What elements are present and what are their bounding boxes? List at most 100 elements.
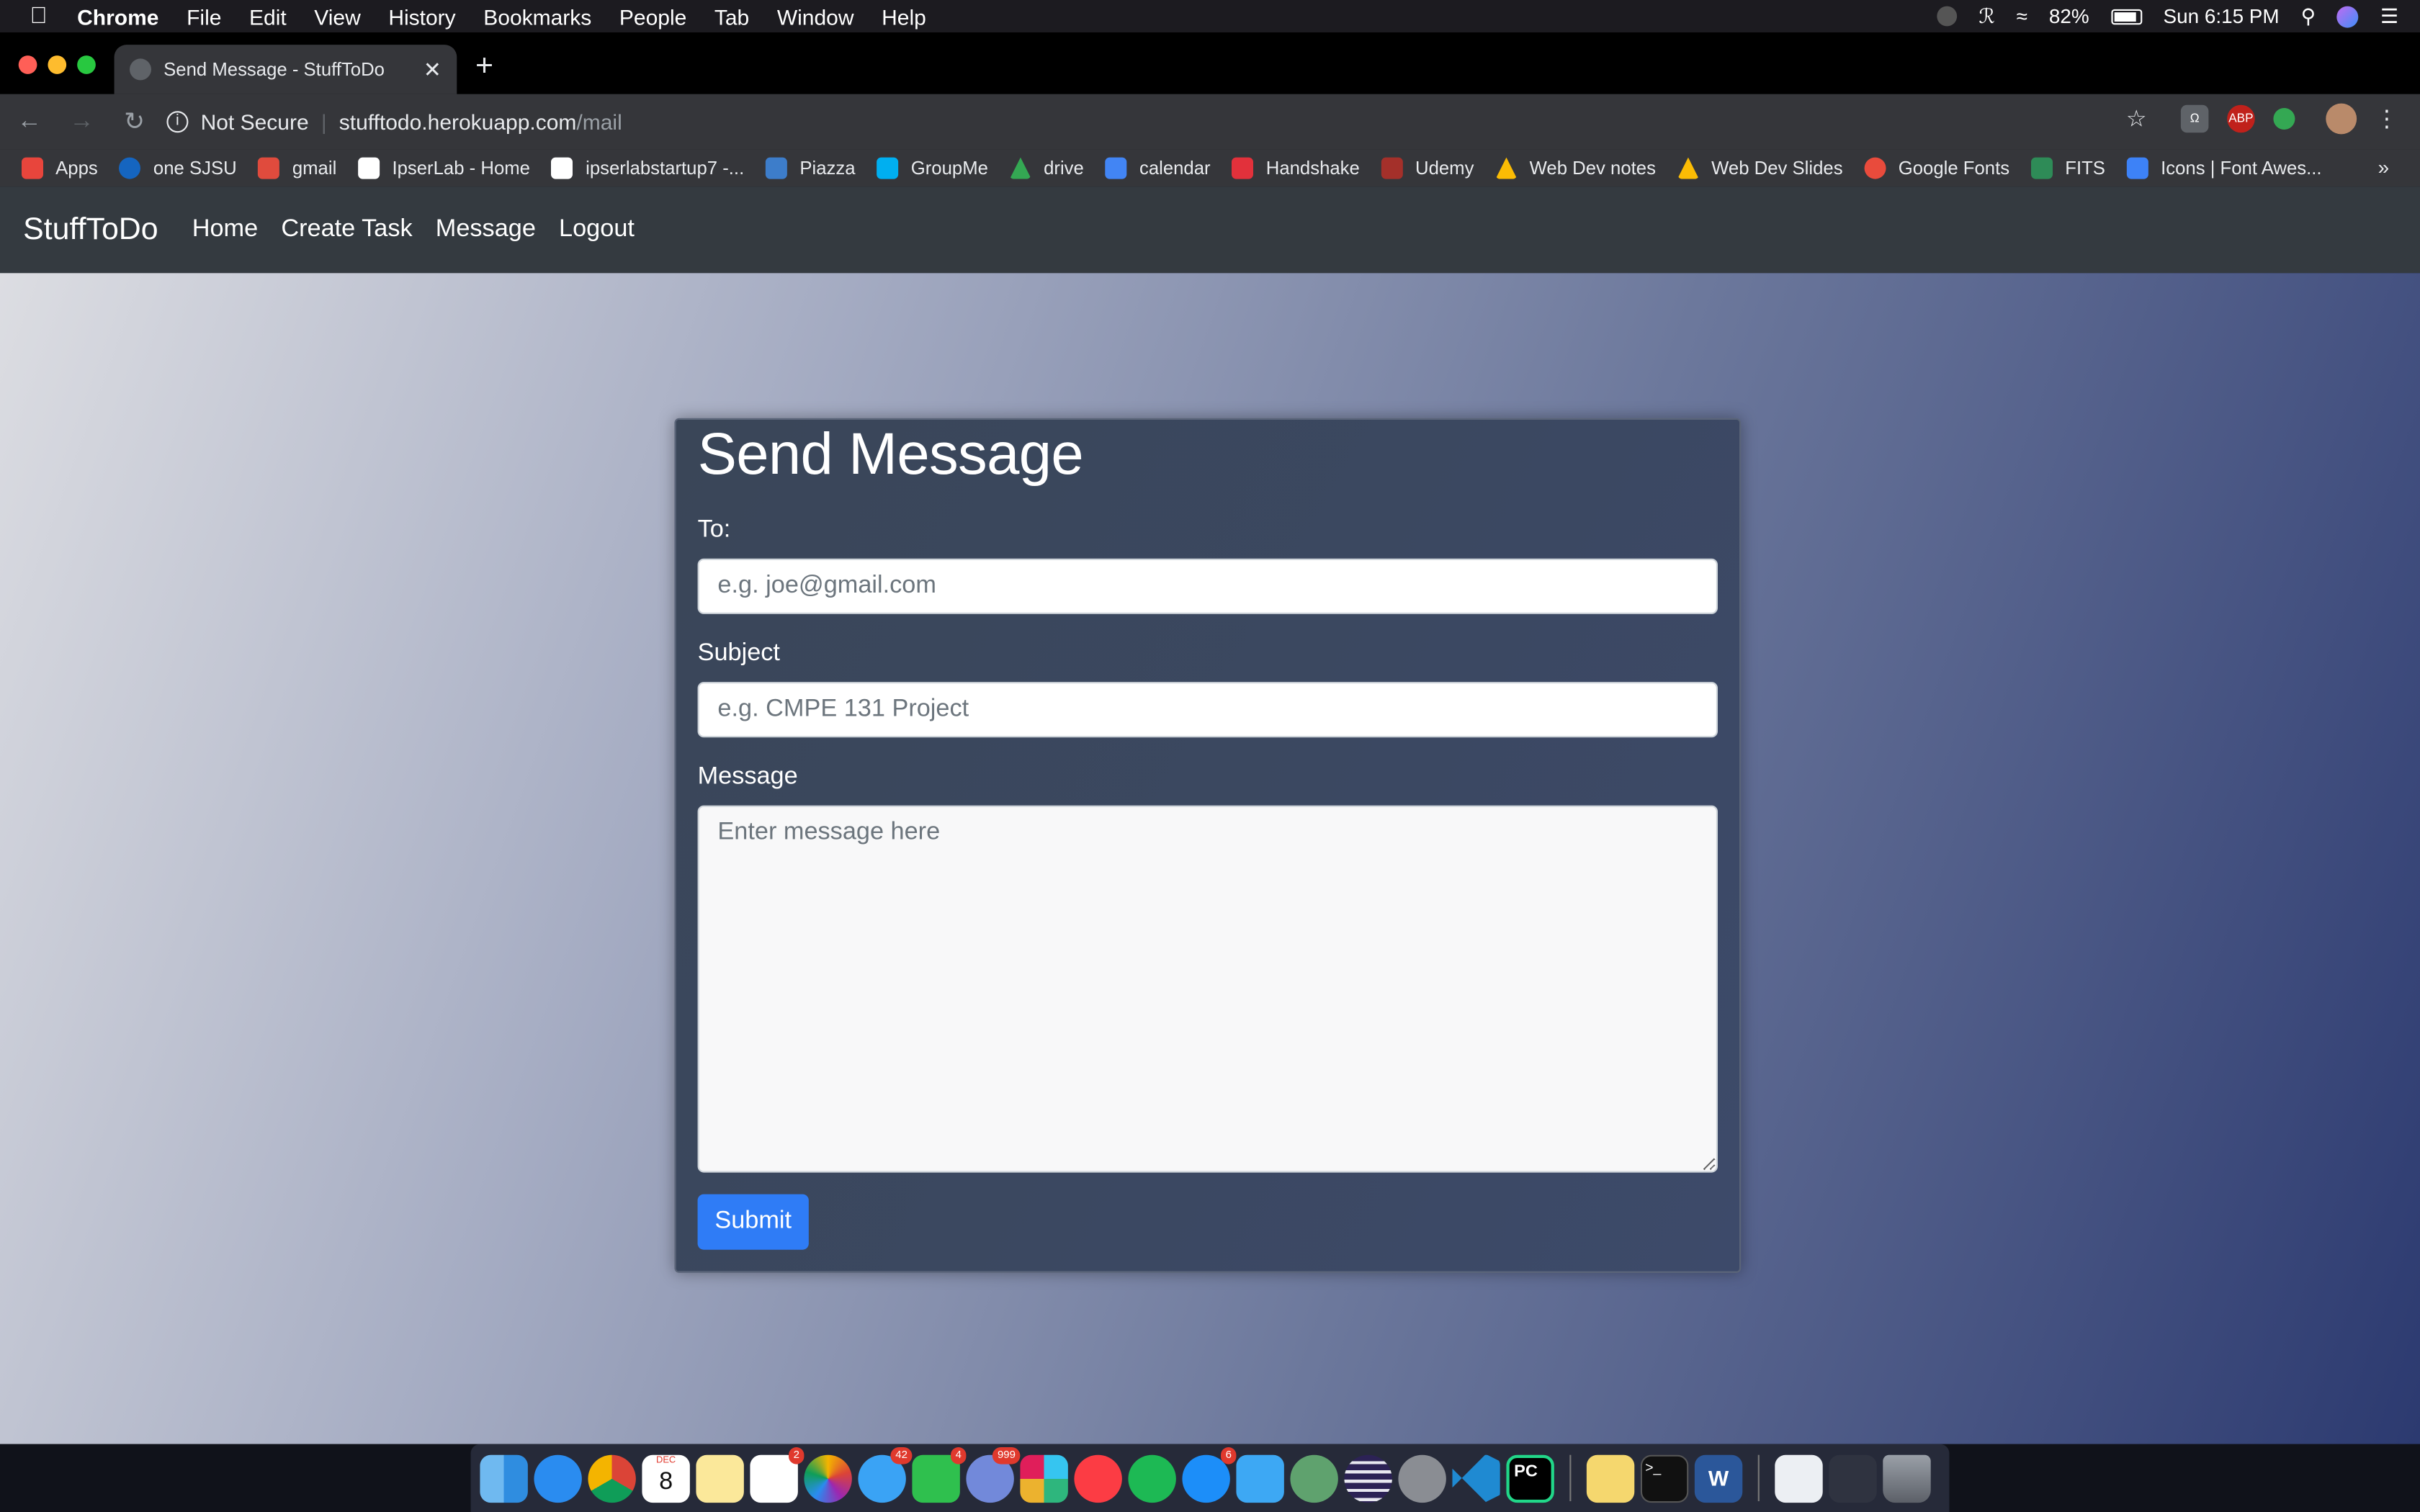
wifi-icon[interactable]: ≈ <box>2017 4 2027 27</box>
bookmark-udemy[interactable]: Udemy <box>1381 157 1474 179</box>
app-store-icon[interactable]: 6 <box>1182 1446 1237 1503</box>
back-arrow-icon[interactable]: ← <box>6 108 53 136</box>
spotlight-search-icon[interactable]: ⚲ <box>2301 4 2316 28</box>
eclipse-icon[interactable] <box>1344 1454 1392 1503</box>
new-tab-button[interactable]: + <box>475 50 493 85</box>
address-bar[interactable]: i Not Secure | stufftodo.herokuapp.com /… <box>161 102 622 142</box>
bookmark-ipserlab[interactable]: IpserLab - Home <box>358 157 530 179</box>
menu-people[interactable]: People <box>619 4 686 28</box>
stickies-icon[interactable] <box>1586 1454 1635 1503</box>
nav-home[interactable]: Home <box>192 216 258 244</box>
tab-title: Send Message - StuffToDo <box>163 58 385 81</box>
url-path[interactable]: /mail <box>576 109 622 134</box>
battery-percent[interactable]: 82% <box>2049 4 2089 27</box>
pycharm-icon[interactable]: PC <box>1506 1454 1554 1503</box>
reminders-icon[interactable]: 2 <box>750 1446 805 1503</box>
spotify-icon[interactable] <box>1128 1454 1176 1503</box>
bookmark-apps[interactable]: Apps <box>22 157 98 179</box>
url-host[interactable]: stufftodo.herokuapp.com <box>339 109 577 134</box>
close-tab-icon[interactable]: ✕ <box>424 56 442 82</box>
bookmark-handshake[interactable]: Handshake <box>1232 157 1360 179</box>
facetime-icon[interactable]: 4 <box>912 1446 967 1503</box>
bookmark-fits[interactable]: FITS <box>2031 157 2105 179</box>
bookmark-star-icon[interactable]: ☆ <box>2126 105 2147 132</box>
menu-app-chrome[interactable]: Chrome <box>77 4 158 28</box>
vscode-icon[interactable] <box>1452 1454 1500 1503</box>
to-input[interactable] <box>697 558 1718 614</box>
chrome-icon[interactable] <box>588 1454 636 1503</box>
extension-icon[interactable]: Ω <box>2180 104 2209 133</box>
bookmark-gmail[interactable]: gmail <box>258 157 336 179</box>
documents-folder-icon[interactable] <box>1775 1454 1823 1503</box>
subject-input[interactable] <box>697 682 1718 738</box>
battery-icon[interactable] <box>2110 8 2142 24</box>
clock[interactable]: Sun 6:15 PM <box>2164 4 2280 27</box>
gmail-icon <box>258 157 280 179</box>
nav-message[interactable]: Message <box>436 216 536 244</box>
site-brand[interactable]: StuffToDo <box>23 212 158 248</box>
atom-icon[interactable] <box>1290 1454 1338 1503</box>
bookmark-ipserlabstartup7[interactable]: ipserlabstartup7 -... <box>551 157 745 179</box>
security-status[interactable]: Not Secure <box>201 109 309 134</box>
adblock-icon[interactable]: ABP <box>2227 104 2255 133</box>
slack-icon[interactable] <box>1020 1454 1068 1503</box>
profile-avatar[interactable] <box>2326 103 2357 135</box>
submit-button[interactable]: Submit <box>697 1194 809 1250</box>
browser-tab[interactable]: Send Message - StuffToDo ✕ <box>114 45 457 94</box>
flag-icon <box>2126 157 2148 179</box>
bookmark-drive[interactable]: drive <box>1009 157 1084 179</box>
xcode-icon[interactable] <box>1236 1454 1284 1503</box>
green-extension-icon[interactable] <box>2273 108 2295 130</box>
terminal-icon[interactable]: >_ <box>1640 1454 1689 1503</box>
discord-icon[interactable]: 999 <box>966 1446 1021 1503</box>
menu-history[interactable]: History <box>388 4 455 28</box>
more-bookmarks-icon[interactable]: » <box>2378 156 2390 179</box>
menu-view[interactable]: View <box>314 4 360 28</box>
nav-create-task[interactable]: Create Task <box>281 216 412 244</box>
forward-arrow-icon[interactable]: → <box>58 108 104 136</box>
menu-help[interactable]: Help <box>882 4 926 28</box>
system-preferences-icon[interactable] <box>1398 1454 1446 1503</box>
reload-icon[interactable]: ↻ <box>111 107 157 138</box>
bookmark-font-awesome[interactable]: Icons | Font Awes... <box>2126 157 2322 179</box>
maximize-window-button[interactable] <box>77 55 96 74</box>
menu-window[interactable]: Window <box>777 4 854 28</box>
bookmark-calendar[interactable]: calendar <box>1105 157 1211 179</box>
finder-icon[interactable] <box>480 1454 528 1503</box>
trash-icon[interactable] <box>1883 1454 1931 1503</box>
bookmark-web-dev-slides[interactable]: Web Dev Slides <box>1677 157 1843 179</box>
safari-icon[interactable] <box>534 1454 582 1503</box>
browser-chrome: Send Message - StuffToDo ✕ + ← → ↻ i Not… <box>0 32 2420 187</box>
siri-icon[interactable] <box>2337 5 2360 27</box>
close-window-button[interactable] <box>18 55 37 74</box>
menu-tab[interactable]: Tab <box>714 4 749 28</box>
bookmark-piazza[interactable]: Piazza <box>766 157 856 179</box>
info-icon[interactable]: i <box>166 111 189 133</box>
menu-file[interactable]: File <box>187 4 221 28</box>
photos-icon[interactable] <box>804 1454 852 1503</box>
status-dot-icon[interactable] <box>1937 6 1958 27</box>
itunes-icon[interactable] <box>1074 1454 1122 1503</box>
notification-center-icon[interactable]: ☰ <box>2380 4 2398 28</box>
bookmark-one-sjsu[interactable]: one SJSU <box>119 157 237 179</box>
menu-bookmarks[interactable]: Bookmarks <box>483 4 591 28</box>
menu-edit[interactable]: Edit <box>249 4 287 28</box>
browser-toolbar: ← → ↻ i Not Secure | stufftodo.herokuapp… <box>0 94 2420 150</box>
bookmark-web-dev-notes[interactable]: Web Dev notes <box>1495 157 1656 179</box>
bluetooth-icon[interactable]: ℛ <box>1978 4 1994 28</box>
calendar-icon[interactable]: DEC 8 <box>642 1454 690 1503</box>
bookmark-groupme[interactable]: GroupMe <box>877 157 988 179</box>
page-title: Send Message <box>697 423 1084 488</box>
bookmark-label: ipserlabstartup7 -... <box>586 157 745 179</box>
nav-logout[interactable]: Logout <box>559 216 635 244</box>
notes-icon[interactable] <box>696 1454 744 1503</box>
messages-icon[interactable]: 42 <box>858 1446 913 1503</box>
google-calendar-icon <box>1105 157 1127 179</box>
minimize-window-button[interactable] <box>48 55 67 74</box>
chrome-menu-icon[interactable]: ⋮ <box>2375 105 2398 132</box>
screenshots-folder-icon[interactable] <box>1829 1454 1877 1503</box>
word-icon[interactable]: W <box>1694 1454 1743 1503</box>
apple-icon[interactable]:  <box>0 3 77 29</box>
message-textarea[interactable] <box>697 805 1718 1173</box>
bookmark-google-fonts[interactable]: Google Fonts <box>1864 157 2009 179</box>
